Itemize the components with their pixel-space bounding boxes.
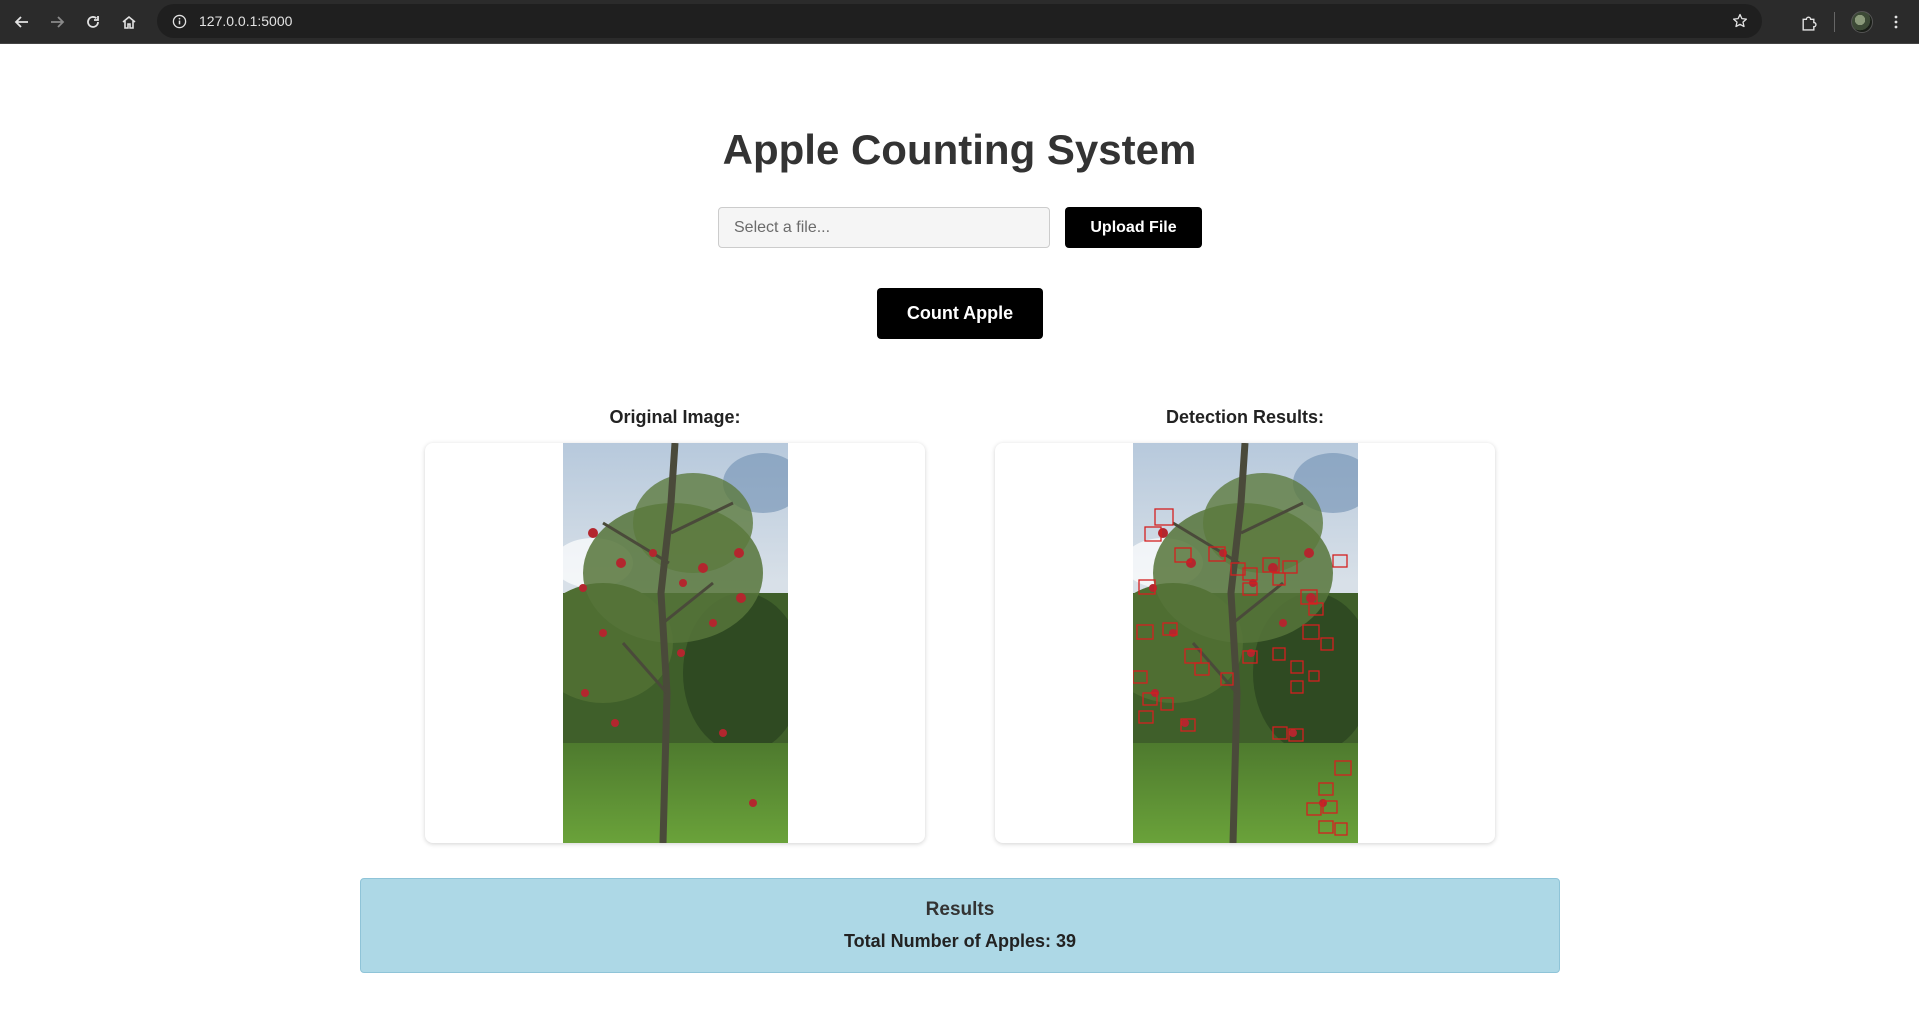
apple-count-line: Total Number of Apples: 39 — [361, 931, 1559, 952]
forward-button[interactable] — [41, 6, 73, 38]
url-text: 127.0.0.1:5000 — [199, 13, 293, 29]
bookmark-star-icon[interactable] — [1730, 11, 1750, 31]
reload-icon — [87, 16, 99, 28]
count-apple-button[interactable]: Count Apple — [877, 288, 1043, 339]
page-title: Apple Counting System — [722, 126, 1197, 173]
reload-button[interactable] — [77, 6, 109, 38]
home-button[interactable] — [113, 6, 145, 38]
toolbar-divider — [1834, 12, 1835, 32]
detection-results-label: Detection Results: — [1165, 407, 1325, 427]
original-image-label: Original Image: — [609, 407, 741, 427]
kebab-menu-icon[interactable] — [1882, 8, 1910, 36]
browser-toolbar: 127.0.0.1:5000 — [0, 0, 1919, 44]
arrow-right-icon — [51, 16, 65, 28]
file-select-input[interactable] — [718, 207, 1050, 248]
results-box: Results Total Number of Apples: 39 — [360, 878, 1560, 973]
profile-avatar[interactable] — [1848, 8, 1876, 36]
extensions-puzzle-icon[interactable] — [1794, 8, 1822, 36]
arrow-left-icon — [14, 16, 28, 28]
site-info-icon[interactable] — [167, 9, 191, 33]
back-button[interactable] — [6, 6, 38, 38]
apple-count-value: 39 — [1055, 931, 1077, 951]
detection-results-panel — [995, 443, 1495, 843]
apple-count-label: Total Number of Apples: — [843, 931, 1051, 951]
original-image-panel — [425, 443, 925, 843]
address-bar[interactable]: 127.0.0.1:5000 — [157, 4, 1762, 38]
upload-file-button[interactable]: Upload File — [1065, 207, 1202, 248]
home-icon — [122, 15, 136, 29]
detection-apple-tree-image — [1133, 443, 1358, 843]
original-apple-tree-image — [563, 443, 788, 843]
results-heading: Results — [925, 899, 995, 920]
page-content: Apple Counting System Upload File Count … — [0, 44, 1919, 1036]
